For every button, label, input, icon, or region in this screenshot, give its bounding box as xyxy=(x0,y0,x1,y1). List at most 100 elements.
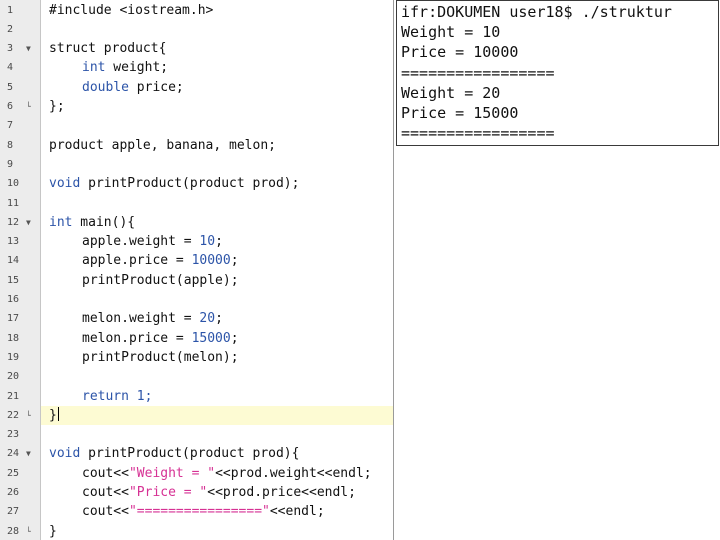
code-line-28[interactable]: } xyxy=(41,522,393,540)
keyword-token: return 1; xyxy=(82,388,153,404)
line-number-text: 17 xyxy=(7,313,20,325)
line-number-20: 20 xyxy=(0,367,40,386)
code-text: ; xyxy=(230,330,239,346)
code-text: } xyxy=(49,407,57,423)
code-text: <<prod.weight<<endl; xyxy=(215,465,372,481)
number-literal: 10000 xyxy=(191,253,231,269)
code-line-21[interactable]: return 1; xyxy=(41,387,393,406)
line-number-text: 22 xyxy=(7,409,20,421)
code-line-22-current[interactable]: } xyxy=(41,405,393,426)
line-number-text: 6 xyxy=(7,101,14,112)
code-line-2[interactable] xyxy=(41,20,393,39)
line-number-text: 14 xyxy=(7,255,20,267)
line-number-text: 15 xyxy=(7,274,20,286)
line-number-text: 1 xyxy=(7,4,14,16)
code-line-11[interactable] xyxy=(41,194,393,213)
line-number-6: 6 └ xyxy=(0,97,40,116)
line-number-26: 26 xyxy=(0,483,40,502)
terminal-output-line: Weight = 10 xyxy=(401,23,501,42)
line-number-text: 16 xyxy=(7,294,20,305)
keyword-token: void xyxy=(49,446,81,462)
code-line-16[interactable] xyxy=(41,290,393,309)
code-text: ; xyxy=(230,253,239,269)
code-line-17[interactable]: melon.weight = 20; xyxy=(41,309,393,328)
line-number-21: 21 xyxy=(0,387,40,406)
code-text: cout<< xyxy=(82,465,129,481)
code-editor[interactable]: 1 2 3 ▼ 4 5 6 └ 7 8 9 10 11 12 ▼ 13 14 15 16 17 18 19 20 21 22 └ 2… xyxy=(0,0,394,540)
line-number-19: 19 xyxy=(0,348,40,367)
code-line-5[interactable]: double price; xyxy=(41,78,393,97)
code-line-20[interactable] xyxy=(41,367,393,386)
code-line-6[interactable]: }; xyxy=(41,97,393,116)
fold-toggle-icon[interactable]: ▼ xyxy=(26,450,31,458)
code-line-12[interactable]: int main(){ xyxy=(41,213,393,232)
line-number-text: 2 xyxy=(7,23,14,35)
code-text: ; xyxy=(215,234,223,250)
line-number-1: 1 xyxy=(0,1,40,20)
line-number-text: 28 xyxy=(7,525,20,537)
code-text: ; xyxy=(215,311,223,327)
line-number-10: 10 xyxy=(0,174,40,193)
code-text: melon.weight = xyxy=(82,311,200,327)
text-caret xyxy=(57,406,59,421)
code-text: cout<< xyxy=(82,485,129,500)
fold-toggle-icon[interactable]: ▼ xyxy=(26,45,31,53)
line-number-8: 8 xyxy=(0,136,40,155)
code-text: printProduct(product prod){ xyxy=(80,446,300,462)
fold-end-icon: └ xyxy=(26,526,31,536)
code-text: printProduct(melon); xyxy=(82,349,239,365)
code-text: product apple, banana, melon; xyxy=(49,137,276,153)
line-number-text: 20 xyxy=(7,371,20,383)
keyword-token: int xyxy=(49,214,73,230)
line-number-17: 17 xyxy=(0,309,40,328)
code-line-23[interactable] xyxy=(41,425,393,444)
terminal-output[interactable]: ifr:DOKUMEN user18$ ./struktur Weight = 1… xyxy=(396,0,719,146)
line-number-text: 10 xyxy=(7,178,20,190)
line-number-text: 27 xyxy=(7,506,20,518)
code-line-14[interactable]: apple.price = 10000; xyxy=(41,251,393,270)
code-line-13[interactable]: apple.weight = 10; xyxy=(41,232,393,251)
line-number-3: 3 ▼ xyxy=(0,39,40,58)
line-number-text: 9 xyxy=(7,158,14,170)
code-line-4[interactable]: int weight; xyxy=(41,58,393,77)
code-line-10[interactable]: void printProduct(product prod); xyxy=(41,174,393,193)
line-number-5: 5 xyxy=(0,78,40,97)
fold-end-icon: └ xyxy=(26,410,31,420)
code-text: apple.weight = xyxy=(82,234,200,250)
line-number-4: 4 xyxy=(0,58,40,77)
line-number-24: 24 ▼ xyxy=(0,444,40,463)
code-line-26[interactable]: cout<<"Price = "<<prod.price<<endl; xyxy=(41,483,393,502)
terminal-prompt-line: ifr:DOKUMEN user18$ ./struktur xyxy=(401,3,672,21)
code-text: } xyxy=(49,523,57,539)
fold-end-icon: └ xyxy=(26,102,31,111)
code-text: <<prod.price<<endl; xyxy=(207,485,356,500)
code-line-1[interactable]: #include <iostream.h> xyxy=(41,1,393,20)
line-number-text: 3 xyxy=(7,43,14,55)
code-line-25[interactable]: cout<<"Weight = "<<prod.weight<<endl; xyxy=(41,464,393,483)
code-line-3[interactable]: struct product{ xyxy=(41,39,393,58)
code-area[interactable]: #include <iostream.h> struct product{ in… xyxy=(41,0,393,540)
line-number-25: 25 xyxy=(0,464,40,483)
code-line-24[interactable]: void printProduct(product prod){ xyxy=(41,444,393,463)
fold-toggle-icon[interactable]: ▼ xyxy=(26,218,31,227)
terminal-output-line: Price = 15000 xyxy=(401,104,519,122)
code-line-9[interactable] xyxy=(41,155,393,174)
code-line-27[interactable]: cout<<"================"<<endl; xyxy=(41,502,393,521)
line-number-12: 12 ▼ xyxy=(0,213,40,232)
line-number-27: 27 xyxy=(0,502,40,521)
code-line-19[interactable]: printProduct(melon); xyxy=(41,348,393,367)
code-line-15[interactable]: printProduct(apple); xyxy=(41,271,393,290)
line-number-22: 22 └ xyxy=(0,406,40,425)
keyword-token: double xyxy=(82,79,129,95)
line-number-text: 21 xyxy=(7,390,20,402)
code-text: printProduct(apple); xyxy=(82,272,239,288)
code-text: <<endl; xyxy=(269,504,325,520)
line-number-text: 19 xyxy=(7,351,20,363)
code-line-7[interactable] xyxy=(41,116,393,135)
code-text: price; xyxy=(128,79,184,95)
code-text: struct product{ xyxy=(49,41,167,57)
code-line-18[interactable]: melon.price = 15000; xyxy=(41,329,393,348)
line-number-text: 24 xyxy=(7,448,20,460)
code-text: main(){ xyxy=(72,214,136,230)
code-line-8[interactable]: product apple, banana, melon; xyxy=(41,136,393,155)
